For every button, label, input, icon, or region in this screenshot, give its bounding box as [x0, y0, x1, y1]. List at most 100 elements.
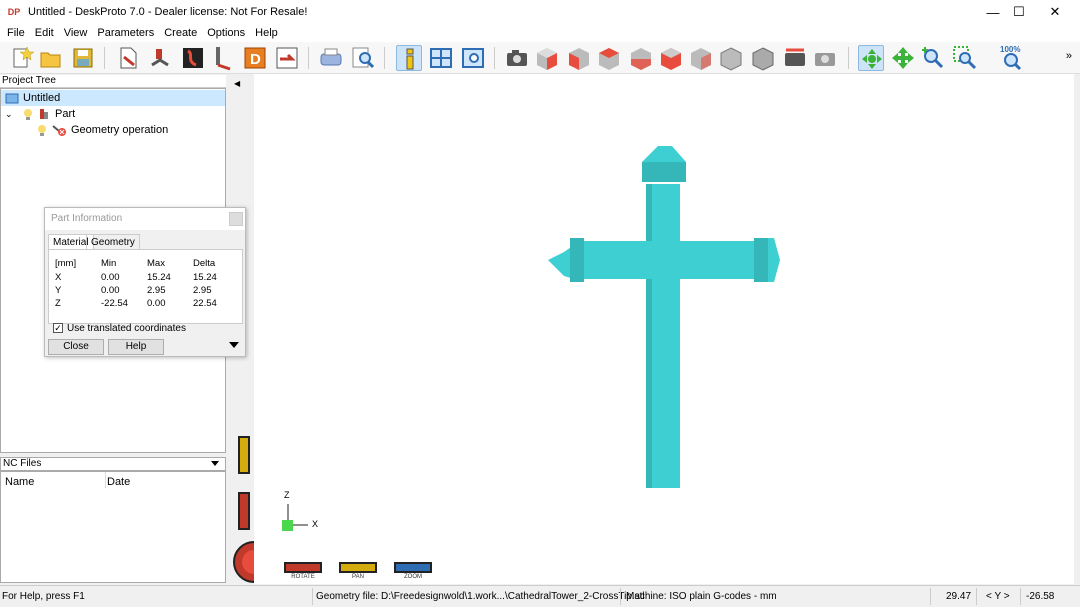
part-information-dialog: Part Information Material Geometry [mm] … [44, 207, 246, 357]
status-bar: For Help, press F1 Geometry file: D:\Fre… [0, 585, 1080, 607]
close-button[interactable]: ✕ [1038, 0, 1072, 24]
view-front-icon[interactable] [566, 45, 592, 71]
bulb-icon[interactable] [21, 107, 35, 121]
zoom-in-icon[interactable] [920, 45, 946, 71]
zoom-box-icon[interactable] [952, 45, 978, 71]
camera-icon[interactable] [504, 45, 530, 71]
tree-label-part: Part [55, 108, 76, 120]
pan-tool-icon[interactable] [890, 45, 916, 71]
row-y-min: 0.00 [101, 285, 120, 296]
menu-view[interactable]: View [59, 27, 93, 39]
status-axis: < Y > [986, 591, 1010, 602]
expand-arrow-icon[interactable] [229, 342, 239, 348]
view-bottom-icon[interactable] [718, 45, 744, 71]
menu-edit[interactable]: Edit [30, 27, 59, 39]
view-right-icon[interactable] [658, 45, 684, 71]
tree-item-untitled[interactable]: Untitled [1, 90, 225, 106]
svg-text:D: D [250, 51, 261, 68]
view-back-icon[interactable] [596, 45, 622, 71]
row-y-max: 2.95 [147, 285, 166, 296]
view-control-bar: ROTATE PAN ZOOM [254, 556, 1074, 584]
maximize-button[interactable]: ☐ [1002, 0, 1036, 24]
tab-geometry[interactable]: Geometry [86, 234, 140, 250]
axis-origin-icon [282, 520, 293, 531]
dialog-title: Part Information [45, 208, 245, 230]
chevron-down-icon[interactable]: ⌄ [5, 109, 17, 120]
menu-create[interactable]: Create [159, 27, 202, 39]
rotate-tool-icon[interactable] [858, 45, 884, 71]
zoom-window-icon[interactable] [460, 45, 486, 71]
zoom-100-icon[interactable]: 100% [998, 45, 1024, 71]
axis-z-label: Z [284, 490, 290, 500]
d-wizard-icon[interactable]: D [242, 45, 268, 71]
menu-file[interactable]: File [2, 27, 30, 39]
open-folder-icon[interactable] [38, 45, 64, 71]
cross-model [282, 146, 780, 531]
nc-files-title: NC Files [3, 458, 42, 469]
tree-item-geometry-operation[interactable]: Geometry operation [35, 122, 168, 138]
tool-icon[interactable] [212, 45, 238, 71]
title-bar: DP Untitled - DeskProto 7.0 - Dealer lic… [0, 0, 1080, 24]
rotate-button[interactable] [284, 562, 322, 573]
info-icon[interactable] [396, 45, 422, 71]
row-y-axis: Y [55, 285, 62, 296]
view-cube-icon[interactable] [750, 45, 776, 71]
menu-help[interactable]: Help [250, 27, 283, 39]
collapse-arrow-icon[interactable]: ◀ [234, 79, 240, 88]
operation-error-icon [52, 125, 66, 136]
window-title: Untitled - DeskProto 7.0 - Dealer licens… [28, 6, 308, 18]
pan-button[interactable] [339, 562, 377, 573]
toolpath-icon[interactable] [148, 45, 174, 71]
row-x-max: 15.24 [147, 272, 171, 283]
view-left-icon[interactable] [628, 45, 654, 71]
menu-options[interactable]: Options [202, 27, 250, 39]
create-nc-icon[interactable] [116, 45, 142, 71]
nc-files-header[interactable]: NC Files [0, 457, 226, 471]
print-icon[interactable] [318, 45, 344, 71]
close-dialog-button[interactable]: Close [48, 339, 104, 355]
axis-x-label: X [312, 519, 319, 529]
print-preview-icon[interactable] [350, 45, 376, 71]
layout-icon[interactable] [428, 45, 454, 71]
reset-view-icon[interactable] [812, 45, 838, 71]
save-icon[interactable] [70, 45, 96, 71]
status-machine: Machine: ISO plain G-codes - mm [626, 591, 777, 602]
row-x-axis: X [55, 272, 62, 283]
column-date[interactable]: Date [107, 476, 130, 488]
toolbar-overflow-button[interactable]: » [1066, 50, 1072, 62]
app-logo-icon: DP [7, 7, 21, 17]
help-dialog-button[interactable]: Help [108, 339, 164, 355]
dropdown-arrow-icon[interactable] [211, 461, 219, 466]
column-name[interactable]: Name [5, 476, 34, 488]
translated-coordinates-label: Use translated coordinates [67, 323, 186, 334]
pan-slider-vertical[interactable] [238, 436, 250, 474]
row-y-delta: 2.95 [193, 285, 212, 296]
status-geometry-file: Geometry file: D:\Freedesignwold\1.work.… [316, 591, 645, 602]
row-x-min: 0.00 [101, 272, 120, 283]
view-top-icon[interactable] [688, 45, 714, 71]
row-z-max: 0.00 [147, 298, 166, 309]
zoom-button[interactable] [394, 562, 432, 573]
zoom-slider-vertical[interactable] [238, 492, 250, 530]
zoom-100-label: 100% [1000, 45, 1021, 54]
zoom-label: ZOOM [404, 574, 422, 580]
save-nc-icon[interactable] [274, 45, 300, 71]
new-file-icon[interactable] [8, 45, 35, 71]
tree-item-part[interactable]: ⌄ Part [5, 106, 75, 122]
translated-coordinates-checkbox[interactable]: ✓ [53, 323, 63, 333]
tree-label-untitled: Untitled [23, 92, 61, 104]
cross-right-tip-shade [754, 238, 768, 282]
status-coord-2: -26.58 [1026, 591, 1055, 602]
project-tree-header: Project Tree [0, 75, 226, 88]
3d-viewport[interactable]: Z X [254, 74, 1074, 556]
simulation-icon[interactable] [180, 45, 206, 71]
menu-parameters[interactable]: Parameters [92, 27, 159, 39]
header-min: Min [101, 258, 117, 269]
bulb-icon[interactable] [35, 123, 49, 137]
dialog-close-button[interactable] [229, 212, 243, 226]
cross-top-tip-shade [642, 162, 686, 182]
part-icon [40, 109, 48, 119]
status-coord-1: 29.47 [946, 591, 972, 602]
rotate-view-icon[interactable] [782, 45, 808, 71]
view-iso-icon[interactable] [534, 45, 560, 71]
